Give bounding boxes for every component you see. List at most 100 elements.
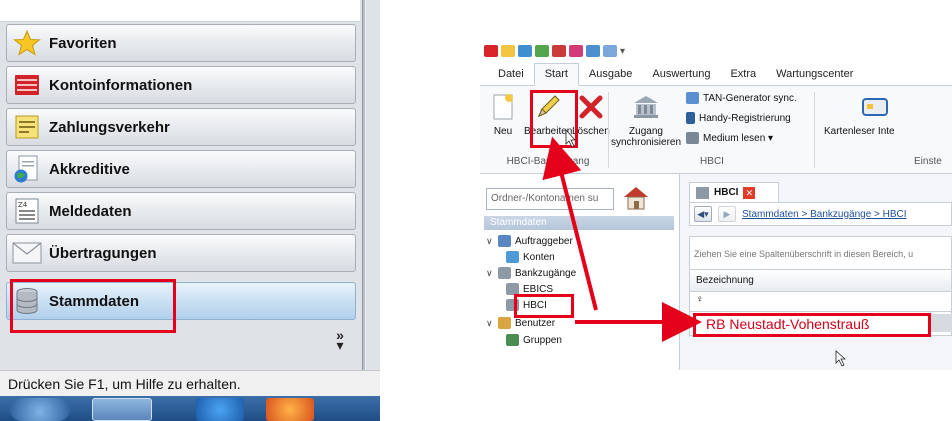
tree-item-benutzer[interactable]: ∨ Benutzer: [486, 317, 555, 329]
cell-bezeichnung[interactable]: RB Neustadt-Vohenstrauß: [706, 316, 869, 332]
navigation-tree-pane: Ordner-/Kontonamen su Stammdaten ∨ Auftr…: [480, 174, 680, 370]
ribbon-group-label: HBCI-Bankzugang: [506, 156, 590, 167]
ribbon-group-label: HBCI: [700, 156, 724, 167]
ribbon-group-label: Einste: [914, 156, 942, 167]
forward-button[interactable]: ▶: [718, 206, 736, 222]
chevron-down-icon[interactable]: ∨: [486, 268, 494, 279]
nav-item-zahlungsverkehr[interactable]: Zahlungsverkehr: [6, 108, 356, 146]
tree-item-label: HBCI: [523, 299, 547, 311]
card-reader-icon: [860, 92, 890, 122]
nav-item-label: Übertragungen: [49, 244, 157, 262]
mobile-registration-button[interactable]: Handy-Registrierung: [686, 112, 791, 124]
search-placeholder: Ordner-/Kontonamen su: [491, 193, 599, 204]
tree-item-gruppen[interactable]: Gruppen: [506, 334, 562, 346]
edit-button-label: Bearbeiten: [524, 126, 573, 137]
users-icon: [498, 317, 511, 329]
chevron-down-icon[interactable]: ∨: [486, 318, 494, 329]
column-header-label: Bezeichnung: [696, 275, 754, 286]
nav-item-akkreditive[interactable]: Akkreditive: [6, 150, 356, 188]
chevron-down-icon: ▾: [336, 337, 344, 353]
tree-item-label: Konten: [523, 251, 555, 263]
edit-button[interactable]: Bearbeiten: [524, 92, 572, 137]
taskbar: [0, 396, 380, 421]
tree-item-label: Benutzer: [515, 317, 556, 329]
card-reader-label: Kartenleser Inte: [824, 126, 895, 137]
close-icon[interactable]: ✕: [743, 186, 756, 199]
quick-action-icon[interactable]: [569, 45, 583, 57]
tab-wartungscenter[interactable]: Wartungscenter: [766, 64, 863, 85]
explorer-taskbar-button[interactable]: [92, 398, 152, 421]
tree-item-konten[interactable]: Konten: [506, 251, 555, 263]
nav-item-label: Stammdaten: [49, 292, 140, 310]
group-hint-text: Ziehen Sie eine Spaltenüberschrift in di…: [694, 249, 914, 259]
sync-label-line1: Zugang: [629, 126, 663, 137]
document-pane: HBCI ✕ ◀▾ ▶ Stammdaten > Bankzugänge > H…: [681, 174, 952, 370]
back-button[interactable]: ◀▾: [694, 206, 712, 222]
nav-item-label: Favoriten: [49, 34, 117, 52]
tree-item-ebics[interactable]: EBICS: [506, 283, 553, 295]
column-header-bezeichnung[interactable]: Bezeichnung: [689, 270, 952, 292]
database-icon: [7, 283, 47, 319]
read-medium-label: Medium lesen ▾: [703, 132, 774, 144]
tree-item-label: Bankzugänge: [515, 267, 577, 279]
tab-auswertung[interactable]: Auswertung: [642, 64, 720, 85]
tan-generator-sync-button[interactable]: TAN-Generator sync.: [686, 92, 797, 104]
bank-icon: [506, 283, 519, 295]
browser-firefox-icon[interactable]: [266, 398, 314, 421]
quick-action-icon[interactable]: [603, 45, 617, 57]
document-tab-hbci[interactable]: HBCI ✕: [689, 182, 779, 202]
tree-item-auftraggeber[interactable]: ∨ Auftraggeber: [486, 235, 573, 247]
person-icon: [498, 235, 511, 247]
quick-action-icon[interactable]: [518, 45, 532, 57]
scrollbar[interactable]: [930, 314, 952, 332]
new-button[interactable]: Neu: [488, 92, 518, 137]
quick-action-icon[interactable]: [535, 45, 549, 57]
nav-item-label: Meldedaten: [49, 202, 132, 220]
quick-action-icon[interactable]: [552, 45, 566, 57]
tab-start[interactable]: Start: [533, 63, 579, 86]
start-orb-icon[interactable]: [10, 398, 70, 421]
home-icon[interactable]: [622, 184, 650, 212]
nav-item-label: Akkreditive: [49, 160, 130, 178]
ribbon-group-separator: [814, 92, 815, 168]
tab-extra[interactable]: Extra: [720, 64, 766, 85]
quick-action-icon[interactable]: [586, 45, 600, 57]
tan-generator-label: TAN-Generator sync.: [703, 92, 797, 104]
nav-item-label: Zahlungsverkehr: [49, 118, 170, 136]
browser-ie-icon[interactable]: [196, 398, 244, 421]
customize-toolbar-icon[interactable]: ▾: [620, 46, 625, 57]
filter-icon: ♀: [696, 294, 704, 305]
chevron-down-icon[interactable]: ∨: [486, 236, 494, 247]
delete-button[interactable]: Löschen: [572, 92, 610, 137]
account-book-icon: [7, 67, 47, 103]
quick-access-toolbar: ▾: [480, 40, 952, 62]
more-buttons-button[interactable]: » ▾: [330, 328, 350, 353]
folder-search-input[interactable]: Ordner-/Kontonamen su: [486, 188, 614, 210]
new-document-icon: [488, 92, 518, 122]
application-window: ▾ Datei Start Ausgabe Auswertung Extra W…: [480, 40, 952, 370]
filter-row[interactable]: ♀: [689, 292, 952, 312]
nav-item-uebertragungen[interactable]: Übertragungen: [6, 234, 356, 272]
card-reader-button[interactable]: Kartenleser Inte: [824, 92, 952, 137]
splitter-handle[interactable]: [362, 0, 366, 370]
tab-ausgabe[interactable]: Ausgabe: [579, 64, 642, 85]
breadcrumb[interactable]: Stammdaten > Bankzugänge > HBCI: [742, 209, 907, 220]
ribbon-tabs: Datei Start Ausgabe Auswertung Extra War…: [480, 62, 952, 86]
read-medium-button[interactable]: Medium lesen ▾: [686, 132, 773, 144]
nav-item-kontoinformationen[interactable]: Kontoinformationen: [6, 66, 356, 104]
tree-item-label: Auftraggeber: [515, 235, 573, 247]
nav-item-favoriten[interactable]: Favoriten: [6, 24, 356, 62]
tree-item-hbci[interactable]: HBCI: [506, 299, 547, 311]
pencil-icon: [533, 92, 563, 122]
tree-item-bankzugaenge[interactable]: ∨ Bankzugänge: [486, 267, 576, 279]
account-icon: [506, 251, 519, 263]
table-row[interactable]: ▶ RB Neustadt-Vohenstrauß: [689, 312, 952, 336]
sync-label-line2: synchronisieren: [610, 137, 682, 148]
sync-access-button[interactable]: Zugang synchronisieren: [610, 92, 682, 148]
tab-datei[interactable]: Datei: [488, 64, 534, 85]
group-by-drop-area[interactable]: Ziehen Sie eine Spaltenüberschrift in di…: [689, 236, 952, 270]
document-globe-icon: [7, 151, 47, 187]
quick-action-icon[interactable]: [501, 45, 515, 57]
nav-item-stammdaten[interactable]: Stammdaten: [6, 282, 356, 320]
nav-item-meldedaten[interactable]: Z4 Meldedaten: [6, 192, 356, 230]
